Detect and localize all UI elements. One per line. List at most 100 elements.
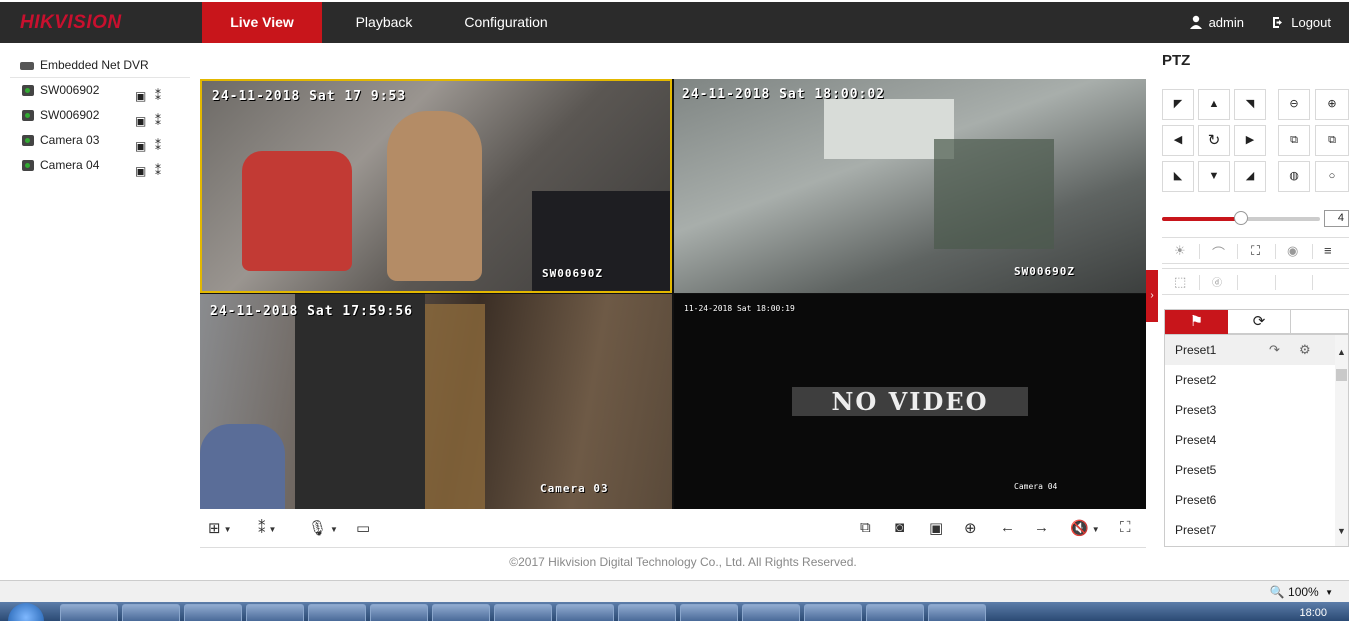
auxiliary-focus-icon[interactable]: ⛶ (1251, 243, 1260, 259)
preset-item[interactable]: Preset7 (1165, 515, 1348, 545)
taskbar-app-6[interactable] (618, 604, 676, 621)
record-icon[interactable]: ▣ (135, 159, 146, 184)
logout-button[interactable]: Logout (1272, 15, 1331, 32)
ptz-up-right-button[interactable]: ◥ (1234, 89, 1266, 120)
taskbar-app-7[interactable] (742, 604, 800, 621)
ptz-down-button[interactable]: ▼ (1198, 161, 1230, 192)
stop-all-button[interactable]: ⧉ (860, 519, 871, 536)
osd-channel-name: Camera 03 (540, 482, 609, 495)
preset-item[interactable]: Preset1 ↷ ⚙ (1165, 335, 1348, 365)
scene-wiring (934, 139, 1054, 249)
next-page-button[interactable]: → (1034, 519, 1049, 536)
3d-positioning-icon[interactable]: ⓓ (1212, 274, 1222, 289)
stream-type-button[interactable]: ⁑ ▼ (258, 519, 276, 537)
iris-close-button[interactable]: ○ (1315, 161, 1349, 192)
video-window-2[interactable]: 24-11-2018 Sat 18:00:02 SW00690Z (674, 79, 1146, 293)
camera-item-3[interactable]: Camera 03 ▣ ⁑ (10, 128, 190, 153)
taskbar-app-5[interactable] (556, 604, 614, 621)
preset-item[interactable]: Preset6 (1165, 485, 1348, 515)
ptz-speed-slider[interactable] (1162, 211, 1320, 225)
ptz-up-left-button[interactable]: ◤ (1162, 89, 1194, 120)
video-window-3[interactable]: 24-11-2018 Sat 17:59:56 Camera 03 (200, 294, 672, 509)
tree-root-dvr[interactable]: Embedded Net DVR (10, 52, 190, 78)
patrol-icon: ⟳ (1252, 313, 1266, 330)
ptz-speed-value: 4 (1324, 210, 1349, 227)
digital-zoom-button[interactable]: ⊕ (964, 519, 977, 537)
ptz-right-button[interactable]: ▶ (1234, 125, 1266, 156)
record-button[interactable]: ▣ (929, 519, 943, 537)
taskbar-app-2[interactable] (308, 604, 366, 621)
preset-item[interactable]: Preset4 (1165, 425, 1348, 455)
wiper-icon[interactable]: ⌒ (1212, 243, 1225, 262)
taskbar-app-excel[interactable] (680, 604, 738, 621)
logout-icon (1272, 16, 1285, 32)
arrow-left-icon: ◀ (1173, 134, 1183, 146)
slider-fill (1162, 217, 1241, 221)
zoom-control[interactable]: 🔍 100% ▼ (1270, 585, 1333, 599)
previous-page-button[interactable]: ← (1000, 519, 1015, 536)
fullscreen-button[interactable]: ⛶ (1120, 519, 1131, 536)
taskbar-app-1[interactable] (246, 604, 304, 621)
preset-label: Preset5 (1175, 463, 1217, 477)
taskbar-app-8[interactable] (804, 604, 862, 621)
osd-timestamp: 24-11-2018 Sat 17:59:56 (210, 304, 414, 319)
slider-handle[interactable] (1234, 211, 1248, 225)
preset-item[interactable]: Preset2 (1165, 365, 1348, 395)
camera-item-2[interactable]: SW006902 ▣ ⁑ (10, 103, 190, 128)
preset-item[interactable]: Preset5 (1165, 455, 1348, 485)
audio-button[interactable]: 🎙 ▼ (308, 519, 338, 537)
stream-select-icon[interactable]: ⁑ (155, 159, 161, 184)
user-menu[interactable]: admin (1189, 15, 1244, 32)
taskbar-app-cmd[interactable] (928, 604, 986, 621)
volume-button[interactable]: 🔇 ▼ (1070, 519, 1100, 537)
menu-icon[interactable]: ≡ (1324, 243, 1332, 258)
tab-live-view[interactable]: Live View (202, 2, 322, 43)
focus-near-button[interactable]: ⧉ (1278, 125, 1310, 156)
gear-icon[interactable]: ⚙ (1299, 335, 1311, 365)
video-window-1[interactable]: 24-11-2018 Sat 17 9:53 SW00690Z (200, 79, 672, 293)
zoom-out-button[interactable]: ⊖ (1278, 89, 1310, 120)
chevron-down-icon[interactable]: ▼ (1337, 526, 1346, 536)
tab-patrol[interactable]: ⟳ (1228, 310, 1291, 334)
ptz-down-left-button[interactable]: ◣ (1162, 161, 1194, 192)
lens-init-icon[interactable]: ◉ (1287, 243, 1298, 259)
ptz-left-button[interactable]: ◀ (1162, 125, 1194, 156)
chevron-up-icon[interactable]: ▲ (1337, 347, 1346, 357)
window-layout-button[interactable]: ⊞ ▼ (208, 519, 232, 537)
scene-gate (425, 304, 485, 509)
camera-item-1[interactable]: SW006902 ▣ ⁑ (10, 78, 190, 103)
camera-item-4[interactable]: Camera 04 ▣ ⁑ (10, 153, 190, 178)
preset-list: Preset1 ↷ ⚙ Preset2 Preset3 Preset4 Pres… (1164, 334, 1349, 547)
tab-preset[interactable]: ⚑ (1165, 310, 1228, 334)
zoom-in-button[interactable]: ⊕ (1315, 89, 1349, 120)
arrow-down-right-icon: ◢ (1245, 170, 1255, 182)
scrollbar-thumb[interactable] (1336, 369, 1347, 381)
divider (1275, 275, 1276, 290)
osd-timestamp: 24-11-2018 Sat 17 9:53 (212, 89, 407, 104)
taskbar-app-9[interactable] (866, 604, 924, 621)
ptz-down-right-button[interactable]: ◢ (1234, 161, 1266, 192)
ptz-up-button[interactable]: ▲ (1198, 89, 1230, 120)
taskbar-app-3[interactable] (432, 604, 490, 621)
video-window-4[interactable]: 11-24-2018 Sat 18:00:19 NO VIDEO Camera … (674, 294, 1146, 509)
taskbar-app-4[interactable] (494, 604, 552, 621)
taskbar-app-firefox[interactable] (184, 604, 242, 621)
taskbar-app-explorer[interactable] (60, 604, 118, 621)
capture-button[interactable]: ◙ (895, 519, 904, 536)
taskbar-app-ie[interactable] (370, 604, 428, 621)
tab-playback[interactable]: Playback (335, 2, 433, 43)
smart-display-button[interactable]: ▭ (356, 519, 370, 537)
collapse-ptz-button[interactable]: › (1146, 270, 1158, 322)
taskbar-app-chrome[interactable] (122, 604, 180, 621)
preset-scrollbar[interactable]: ▲ ▼ (1335, 335, 1348, 546)
light-icon[interactable]: ☀ (1174, 243, 1186, 259)
start-button[interactable] (8, 603, 44, 621)
iris-open-button[interactable]: ◍ (1278, 161, 1310, 192)
preset-item[interactable]: Preset3 (1165, 395, 1348, 425)
manual-tracking-icon[interactable]: ⬚ (1174, 274, 1186, 290)
ptz-auto-button[interactable]: ↻ (1198, 125, 1230, 156)
tab-configuration[interactable]: Configuration (450, 2, 562, 43)
focus-far-button[interactable]: ⧉ (1315, 125, 1349, 156)
call-preset-icon[interactable]: ↷ (1269, 335, 1280, 365)
arrow-right-icon: ▶ (1245, 134, 1255, 146)
